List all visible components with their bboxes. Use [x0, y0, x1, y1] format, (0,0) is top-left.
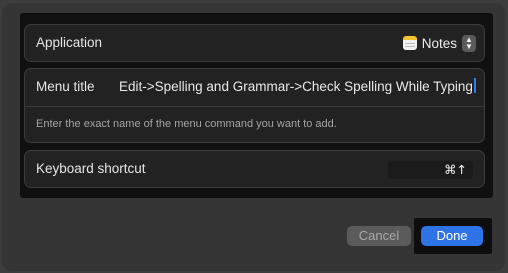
menu-title-input[interactable]: Edit->Spelling and Grammar->Check Spelli…	[119, 78, 479, 96]
keyboard-shortcut-label: Keyboard shortcut	[36, 161, 146, 176]
form-panel: Application Notes ▲ ▼ Menu title Edit->Sp…	[20, 13, 493, 198]
done-button[interactable]: Done	[421, 226, 483, 246]
up-down-chevron-icon[interactable]: ▲ ▼	[462, 34, 476, 52]
menu-title-value: Edit->Spelling and Grammar->Check Spelli…	[119, 79, 473, 94]
notes-app-icon	[402, 36, 417, 50]
application-select[interactable]: Notes ▲ ▼	[402, 32, 476, 54]
application-label: Application	[36, 35, 103, 50]
cancel-button[interactable]: Cancel	[347, 226, 411, 246]
menu-title-label: Menu title	[36, 79, 95, 94]
menu-title-help-text: Enter the exact name of the menu command…	[36, 118, 337, 130]
keyboard-shortcut-value: ⌘↑	[444, 162, 467, 177]
application-value: Notes	[421, 35, 457, 51]
keyboard-shortcut-row: Keyboard shortcut ⌘↑	[24, 150, 485, 188]
keyboard-shortcut-field[interactable]: ⌘↑	[388, 161, 473, 179]
menu-title-section: Menu title Edit->Spelling and Grammar->C…	[24, 68, 485, 143]
application-row: Application Notes ▲ ▼	[24, 24, 485, 62]
divider	[25, 106, 484, 107]
text-caret	[473, 78, 476, 93]
